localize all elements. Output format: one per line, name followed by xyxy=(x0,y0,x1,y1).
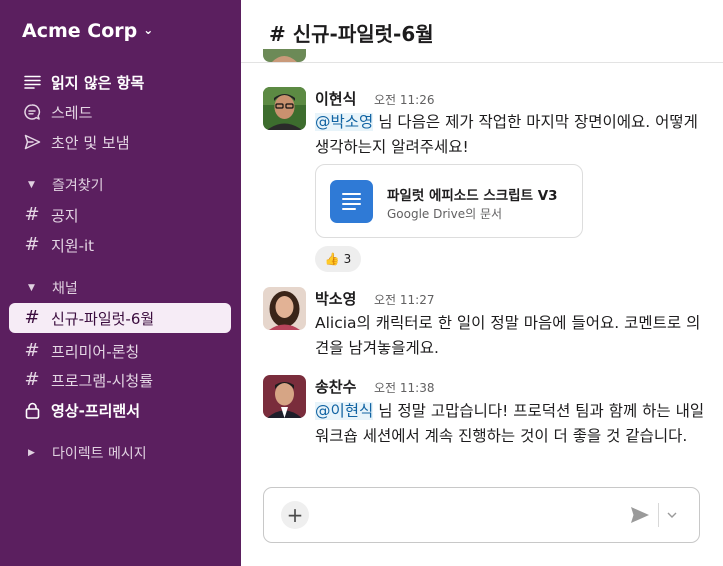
send-icon xyxy=(22,134,42,150)
message-body: 님 정말 고맙습니다! 프로덕션 팀과 함께 하는 내일 워크숍 세션에서 계속… xyxy=(315,402,705,445)
channel-label: 신규-파일럿-6월 xyxy=(51,309,155,328)
reaction-thumbs-up[interactable]: 👍 3 xyxy=(315,246,361,272)
avatar[interactable] xyxy=(263,87,306,130)
hash-icon: # xyxy=(24,369,40,390)
hash-icon: # xyxy=(269,22,286,46)
message-timestamp[interactable]: 오전 11:38 xyxy=(374,379,434,396)
sidebar-channel-video-freelancer[interactable]: 영상-프리랜서 xyxy=(22,399,140,421)
hash-icon: # xyxy=(24,307,40,328)
message-author[interactable]: 박소영 xyxy=(315,288,356,309)
section-direct-messages[interactable]: ▶ 다이렉트 메시지 xyxy=(28,443,147,463)
user-mention[interactable]: @박소영 xyxy=(315,113,374,131)
hash-icon: # xyxy=(24,234,40,255)
channel-label: 프리미어-론칭 xyxy=(51,342,140,361)
message-text: Alicia의 캐릭터로 한 일이 정말 마음에 들어요. 코멘트로 의견을 남… xyxy=(315,314,701,357)
message-author[interactable]: 송찬수 xyxy=(315,376,356,397)
send-options-button[interactable] xyxy=(664,503,680,527)
caret-down-icon: ▼ xyxy=(28,283,35,293)
channel-label: 프로그램-시청률 xyxy=(51,371,154,390)
channel-label: 공지 xyxy=(51,206,79,225)
caret-down-icon: ▼ xyxy=(28,180,35,190)
avatar[interactable] xyxy=(263,48,306,62)
add-attachment-button[interactable]: + xyxy=(281,501,309,529)
message-timestamp[interactable]: 오전 11:26 xyxy=(374,91,434,108)
avatar[interactable] xyxy=(263,287,306,330)
sidebar-item-label: 읽지 않은 항목 xyxy=(51,73,145,92)
channel-name: 신규-파일럿-6월 xyxy=(292,22,434,46)
section-channels[interactable]: ▼ 채널 xyxy=(28,278,78,298)
reaction-count: 3 xyxy=(343,252,352,266)
file-source: Google Drive의 문서 xyxy=(387,207,503,221)
file-attachment[interactable]: 파일럿 에피소드 스크립트 V3 Google Drive의 문서 xyxy=(315,164,583,238)
thumbs-up-icon: 👍 xyxy=(324,252,340,266)
sidebar-channel-new-pilot[interactable]: # 신규-파일럿-6월 xyxy=(22,307,154,329)
hash-icon: # xyxy=(24,204,40,225)
caret-right-icon: ▶ xyxy=(28,448,35,458)
channel-title[interactable]: # 신규-파일럿-6월 xyxy=(269,18,434,47)
plus-icon: + xyxy=(286,503,304,527)
message-author[interactable]: 이현식 xyxy=(315,88,356,109)
slack-app: Acme Corp ⌄ 읽지 않은 항목 스레드 초안 및 보냄 ▼ 즐겨찾기 # xyxy=(0,0,723,566)
sidebar-item-drafts[interactable]: 초안 및 보냄 xyxy=(22,131,130,153)
send-icon xyxy=(631,507,649,523)
sidebar-channel-program-ratings[interactable]: # 프로그램-시청률 xyxy=(22,369,153,391)
message-timestamp[interactable]: 오전 11:27 xyxy=(374,291,434,308)
google-docs-icon xyxy=(330,180,373,223)
message-text: @이현식 님 정말 고맙습니다! 프로덕션 팀과 함께 하는 내일 워크숍 세션… xyxy=(315,399,710,449)
sidebar-item-threads[interactable]: 스레드 xyxy=(22,101,92,123)
sidebar-item-label: 스레드 xyxy=(51,103,93,122)
hash-icon: # xyxy=(24,340,40,361)
section-title: 다이렉트 메시지 xyxy=(52,446,147,462)
workspace-switcher[interactable]: Acme Corp ⌄ xyxy=(22,20,153,42)
section-favorites[interactable]: ▼ 즐겨찾기 xyxy=(28,175,104,195)
sidebar-channel-announcements[interactable]: # 공지 xyxy=(22,204,79,226)
user-mention[interactable]: @이현식 xyxy=(315,402,374,420)
channel-label: 영상-프리랜서 xyxy=(51,401,141,420)
lock-icon xyxy=(22,402,42,419)
message-body: 님 다음은 제가 작업한 마지막 장면이에요. 어떻게 생각하는지 알려주세요! xyxy=(315,113,698,156)
section-title: 채널 xyxy=(52,281,78,297)
workspace-name: Acme Corp xyxy=(22,20,138,42)
message-text: @박소영 님 다음은 제가 작업한 마지막 장면이에요. 어떻게 생각하는지 알… xyxy=(315,110,710,160)
unread-list-icon xyxy=(22,75,42,89)
sidebar-item-unread[interactable]: 읽지 않은 항목 xyxy=(22,71,144,93)
sidebar: Acme Corp ⌄ 읽지 않은 항목 스레드 초안 및 보냄 ▼ 즐겨찾기 # xyxy=(0,0,241,566)
channel-header: # 신규-파일럿-6월 xyxy=(241,0,723,63)
chevron-down-icon: ⌄ xyxy=(143,23,154,37)
sidebar-channel-premiere-launch[interactable]: # 프리미어-론칭 xyxy=(22,340,139,362)
sidebar-item-label: 초안 및 보냄 xyxy=(51,133,130,152)
sidebar-channel-support-it[interactable]: # 지원-it xyxy=(22,234,94,256)
channel-view: # 신규-파일럿-6월 이현식 오전 11:26 @박소영 님 다음은 제가 작… xyxy=(241,0,723,566)
message-composer[interactable]: + xyxy=(263,487,700,543)
section-title: 즐겨찾기 xyxy=(52,178,104,194)
chevron-down-icon xyxy=(667,512,677,518)
channel-label: 지원-it xyxy=(51,236,95,255)
avatar[interactable] xyxy=(263,375,306,418)
send-button[interactable] xyxy=(628,503,652,527)
divider xyxy=(658,503,659,527)
threads-icon xyxy=(22,103,42,121)
file-title: 파일럿 에피소드 스크립트 V3 xyxy=(387,188,558,204)
